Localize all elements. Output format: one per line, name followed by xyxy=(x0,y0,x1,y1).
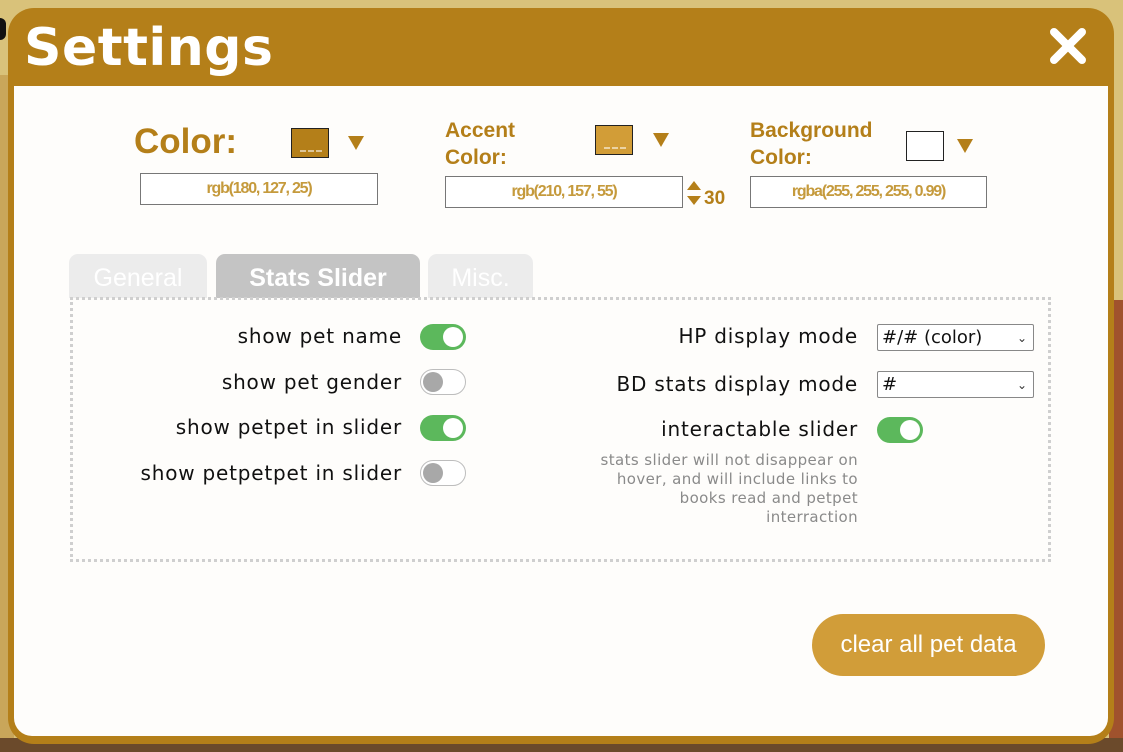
show-petpet-label: show petpet in slider xyxy=(175,415,402,439)
interactable-slider-hint: stats slider will not disappear on hover… xyxy=(601,451,858,527)
modal-titlebar: Settings xyxy=(8,8,1114,86)
accent-stepper-icon[interactable] xyxy=(686,179,702,211)
color-label: Color: xyxy=(134,122,238,161)
hint-line: interraction xyxy=(766,508,858,526)
hint-line: stats slider will not disappear on xyxy=(600,451,858,469)
bd-stats-display-mode-value: # xyxy=(882,374,898,395)
hint-line: hover, and will include links to xyxy=(616,470,858,488)
show-petpetpet-label: show petpetpet in slider xyxy=(140,461,402,485)
page-backdrop-edge xyxy=(0,18,6,40)
accent-color-swatch[interactable] xyxy=(595,125,633,155)
clear-all-pet-data-button[interactable]: clear all pet data xyxy=(812,614,1045,676)
chevron-down-icon: ⌄ xyxy=(1016,378,1027,392)
show-pet-name-toggle[interactable] xyxy=(420,324,466,350)
hp-display-mode-select[interactable]: #/# (color) ⌄ xyxy=(877,324,1034,351)
hp-display-mode-label: HP display mode xyxy=(678,324,858,348)
close-icon[interactable] xyxy=(1048,26,1088,66)
background-color-label-line1: Background xyxy=(750,119,873,142)
accent-color-dropdown-arrow[interactable] xyxy=(653,133,669,147)
show-pet-gender-label: show pet gender xyxy=(221,370,402,394)
color-value-input[interactable]: rgb(180, 127, 25) xyxy=(140,173,378,205)
show-petpet-toggle[interactable] xyxy=(420,415,466,441)
accent-color-label-line2: Color: xyxy=(445,146,507,169)
color-swatch[interactable] xyxy=(291,128,329,158)
hp-display-mode-value: #/# (color) xyxy=(882,327,983,348)
modal-title: Settings xyxy=(24,18,274,78)
background-color-dropdown-arrow[interactable] xyxy=(957,139,973,153)
bd-stats-display-mode-label: BD stats display mode xyxy=(616,372,858,396)
settings-modal: Settings Color: rgb(180, 127, 25) Accent… xyxy=(8,8,1114,744)
show-pet-gender-toggle[interactable] xyxy=(420,369,466,395)
background-color-value-input[interactable]: rgba(255, 255, 255, 0.99) xyxy=(750,176,987,208)
show-petpetpet-toggle[interactable] xyxy=(420,460,466,486)
color-dropdown-arrow[interactable] xyxy=(348,136,364,150)
chevron-down-icon: ⌄ xyxy=(1016,331,1027,345)
tab-general[interactable]: General xyxy=(69,254,207,298)
modal-content: Color: rgb(180, 127, 25) Accent Color: r… xyxy=(14,86,1108,736)
background-color-swatch[interactable] xyxy=(906,131,944,161)
accent-stepper-value: 30 xyxy=(704,188,726,209)
accent-color-label-line1: Accent xyxy=(445,119,516,142)
tab-misc[interactable]: Misc. xyxy=(428,254,533,298)
interactable-slider-toggle[interactable] xyxy=(877,417,923,443)
bd-stats-display-mode-select[interactable]: # ⌄ xyxy=(877,371,1034,398)
background-color-label-line2: Color: xyxy=(750,146,812,169)
tab-stats-slider[interactable]: Stats Slider xyxy=(216,254,420,298)
hint-line: books read and petpet xyxy=(679,489,858,507)
interactable-slider-label: interactable slider xyxy=(661,417,858,441)
show-pet-name-label: show pet name xyxy=(237,324,402,348)
accent-color-value-input[interactable]: rgb(210, 157, 55) xyxy=(445,176,683,208)
